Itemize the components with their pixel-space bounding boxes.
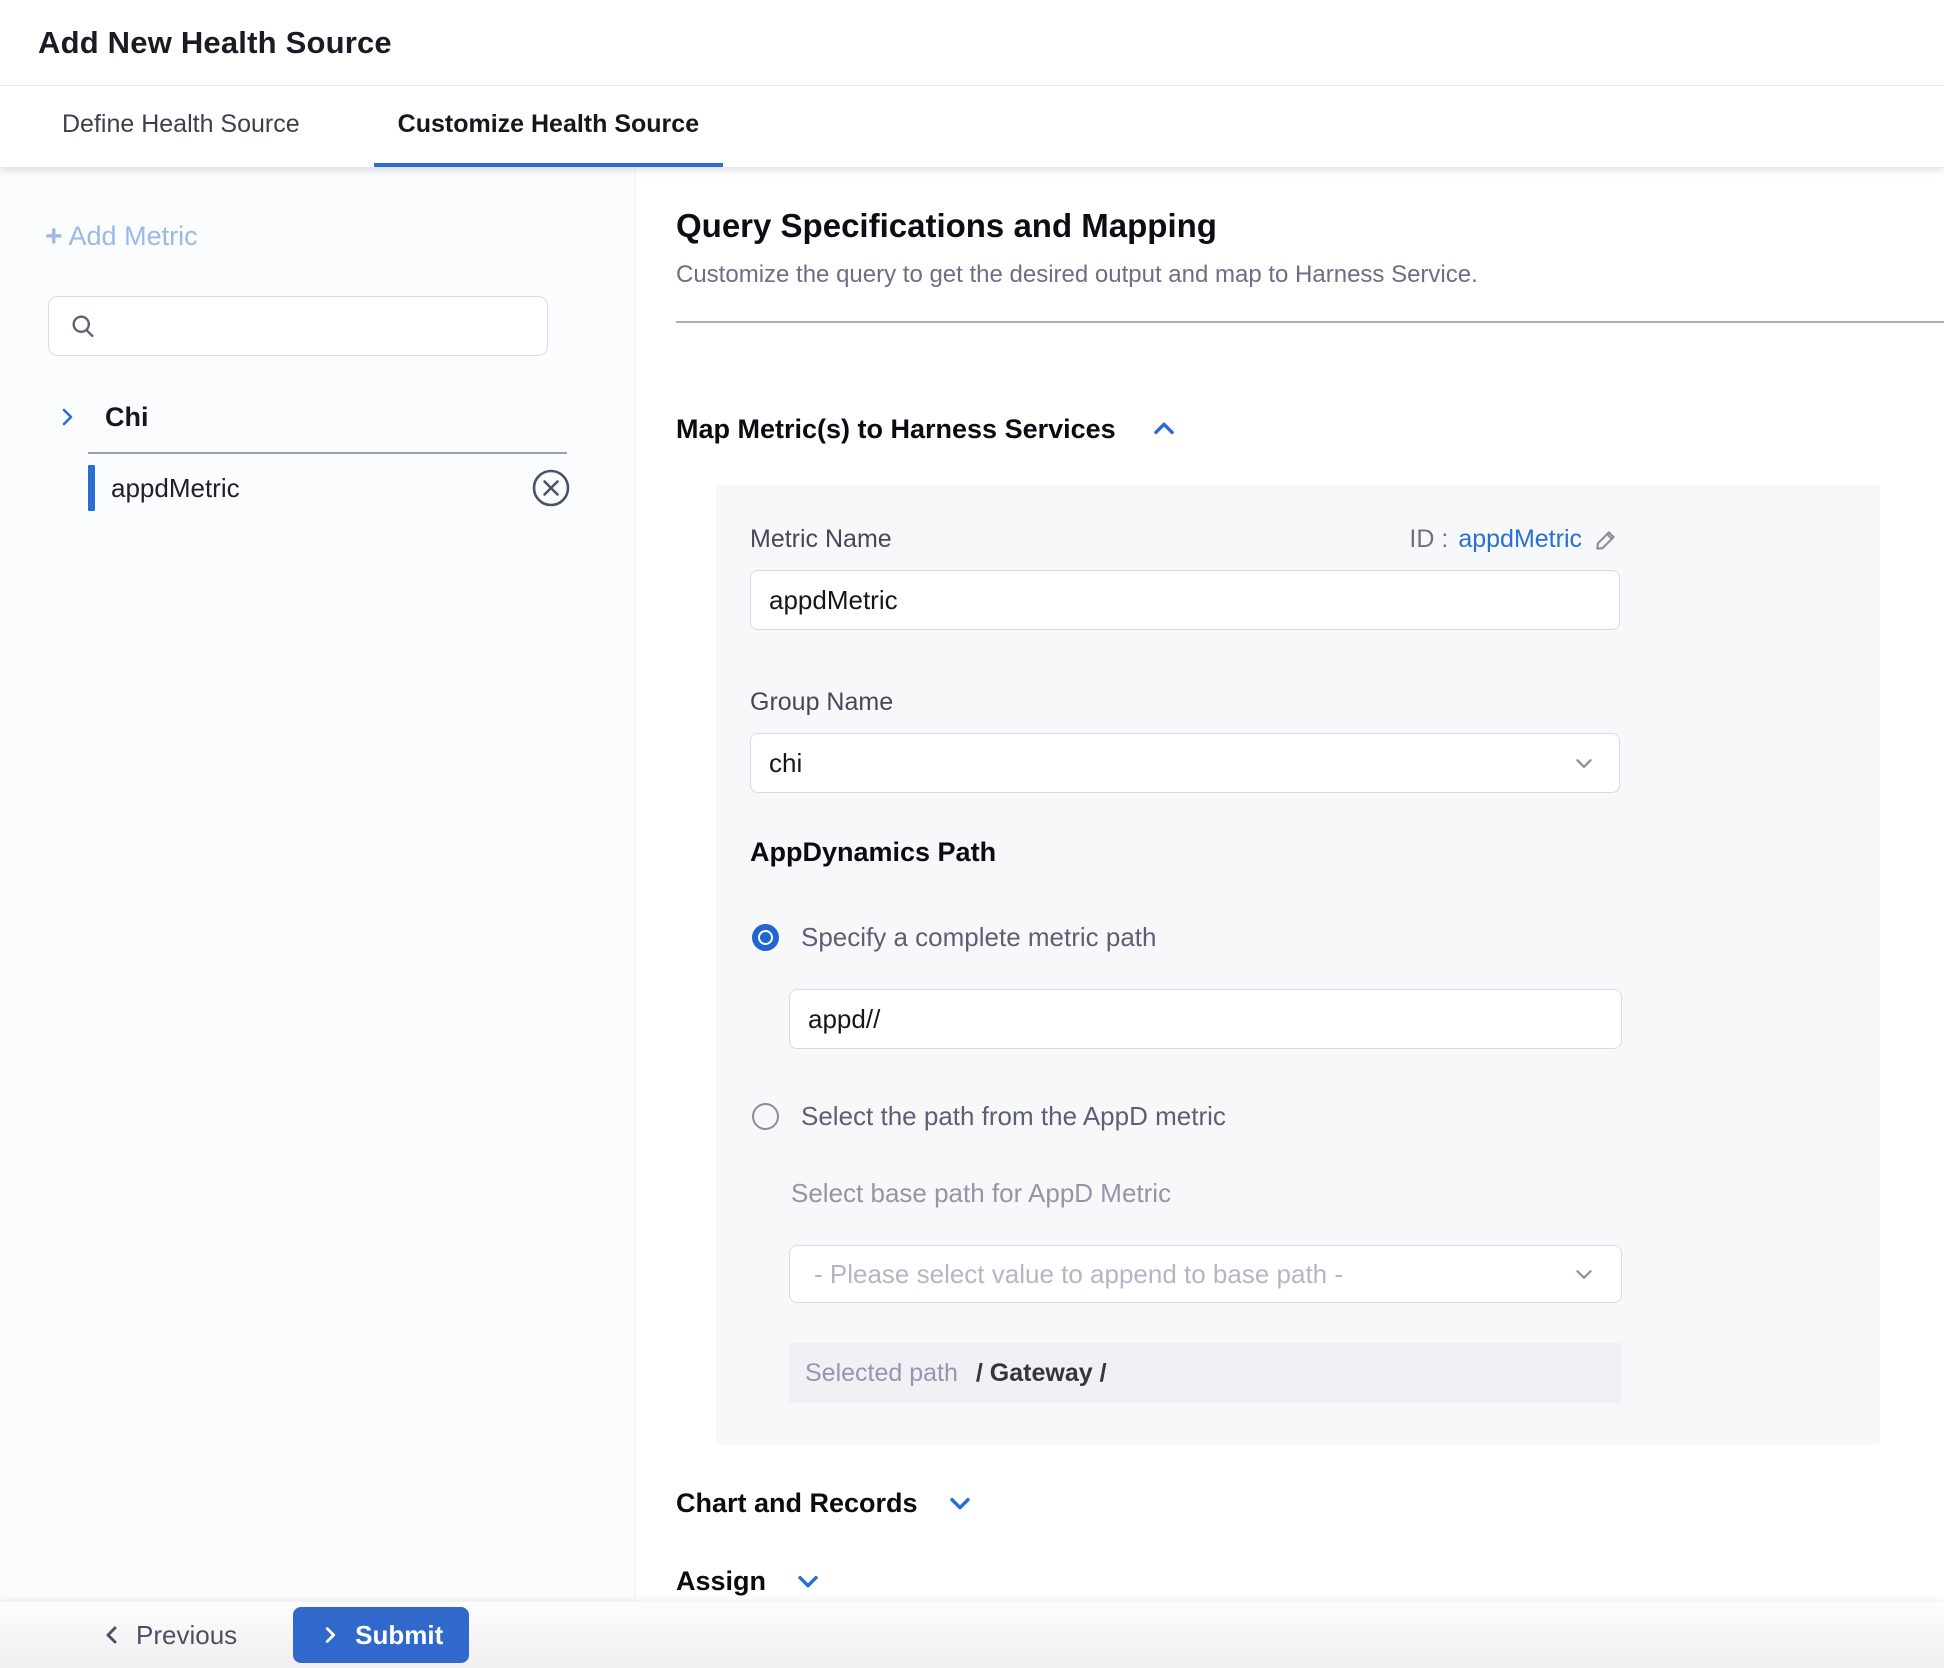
map-metrics-section-header: Map Metric(s) to Harness Services: [676, 413, 1944, 445]
submit-button[interactable]: Submit: [293, 1607, 469, 1663]
map-metrics-form-panel: Metric Name ID : appdMetric Group Name c…: [716, 485, 1880, 1445]
search-icon: [69, 312, 97, 340]
selected-indicator: [88, 465, 95, 511]
chart-and-records-section-header: Chart and Records: [676, 1487, 1944, 1519]
selected-path-strip: Selected path / Gateway /: [789, 1343, 1622, 1403]
heading-divider: [676, 321, 1944, 323]
tree-item-appdmetric[interactable]: appdMetric: [0, 458, 635, 518]
tab-define-health-source[interactable]: Define Health Source: [38, 86, 324, 167]
option-select-appd-path-label: Select the path from the AppD metric: [801, 1101, 1226, 1132]
page-title: Add New Health Source: [38, 25, 392, 61]
search-input[interactable]: [111, 297, 547, 355]
chevron-down-icon[interactable]: [792, 1565, 824, 1597]
base-path-label: Select base path for AppD Metric: [791, 1178, 1880, 1209]
chevron-down-icon[interactable]: [944, 1487, 976, 1519]
chevron-right-icon[interactable]: [55, 405, 79, 429]
tree-group-label: Chi: [105, 402, 149, 433]
section-subheading: Customize the query to get the desired o…: [676, 261, 1944, 289]
metric-id-row: ID : appdMetric: [1409, 525, 1620, 554]
appdynamics-path-title: AppDynamics Path: [750, 837, 1880, 868]
metric-item-label: appdMetric: [111, 473, 240, 504]
delete-metric-icon[interactable]: [529, 466, 573, 510]
radio-selected-icon[interactable]: [752, 924, 779, 951]
chart-and-records-title: Chart and Records: [676, 1488, 918, 1519]
base-path-placeholder: - Please select value to append to base …: [814, 1259, 1343, 1290]
add-metric-button[interactable]: + Add Metric: [45, 221, 198, 252]
section-heading: Query Specifications and Mapping: [676, 207, 1944, 245]
metric-name-input[interactable]: [750, 570, 1620, 630]
previous-button[interactable]: Previous: [100, 1620, 237, 1651]
id-label: ID :: [1409, 525, 1448, 554]
group-name-value: chi: [769, 748, 802, 779]
metric-search[interactable]: [48, 296, 548, 356]
selected-path-value: / Gateway /: [976, 1359, 1107, 1388]
chevron-right-icon: [319, 1624, 341, 1646]
complete-metric-path-input[interactable]: [789, 989, 1622, 1049]
option-select-appd-path[interactable]: Select the path from the AppD metric: [750, 1101, 1880, 1132]
map-metrics-title: Map Metric(s) to Harness Services: [676, 414, 1116, 445]
title-bar: Add New Health Source: [0, 0, 1944, 86]
tab-bar: Define Health Source Customize Health So…: [0, 86, 1944, 167]
option-complete-metric-path-label: Specify a complete metric path: [801, 922, 1157, 953]
metrics-sidebar: + Add Metric Chi a: [0, 167, 636, 1601]
submit-label: Submit: [355, 1620, 443, 1651]
group-name-select[interactable]: chi: [750, 733, 1620, 793]
chevron-down-icon: [1571, 1261, 1597, 1287]
group-name-label: Group Name: [750, 688, 1880, 717]
tree-divider: [88, 452, 567, 454]
top-bar: Add New Health Source Define Health Sour…: [0, 0, 1944, 167]
previous-label: Previous: [136, 1620, 237, 1651]
assign-section-header: Assign: [676, 1565, 1944, 1597]
selected-path-label: Selected path: [805, 1359, 958, 1388]
assign-title: Assign: [676, 1566, 766, 1597]
chevron-left-icon: [100, 1623, 124, 1647]
id-value-link[interactable]: appdMetric: [1458, 525, 1582, 554]
chevron-down-icon: [1571, 750, 1597, 776]
metric-name-row: Metric Name ID : appdMetric: [750, 525, 1620, 554]
content-area: + Add Metric Chi a: [0, 167, 1944, 1601]
tab-customize-health-source[interactable]: Customize Health Source: [374, 86, 723, 167]
base-path-dropdown[interactable]: - Please select value to append to base …: [789, 1245, 1622, 1303]
footer-bar: Previous Submit: [0, 1602, 1944, 1668]
main-panel: Query Specifications and Mapping Customi…: [636, 167, 1944, 1601]
metric-name-label: Metric Name: [750, 525, 892, 554]
edit-pencil-icon[interactable]: [1592, 526, 1620, 554]
plus-icon: +: [45, 222, 63, 252]
add-metric-label: Add Metric: [69, 221, 198, 252]
metric-tree: Chi appdMetric: [0, 394, 635, 518]
option-complete-metric-path[interactable]: Specify a complete metric path: [750, 922, 1880, 953]
chevron-up-icon[interactable]: [1148, 413, 1180, 445]
radio-unselected-icon[interactable]: [752, 1103, 779, 1130]
tree-group-chi[interactable]: Chi: [0, 394, 635, 440]
